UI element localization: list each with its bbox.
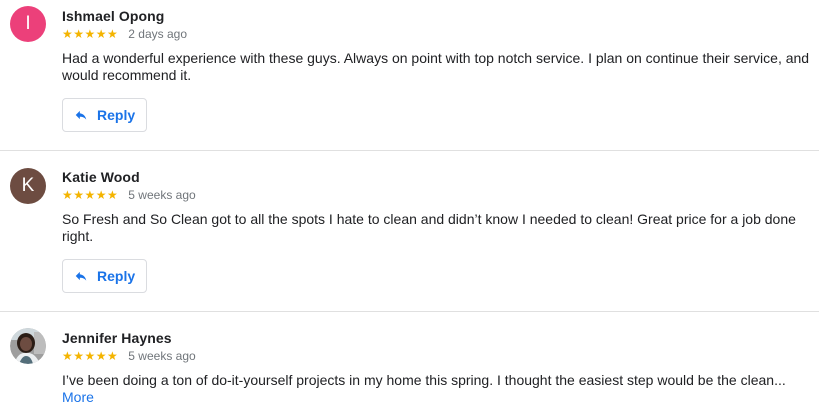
review-meta: ★★★★★ 5 weeks ago bbox=[62, 187, 196, 203]
star-rating: ★★★★★ bbox=[62, 27, 119, 41]
more-link[interactable]: More bbox=[62, 389, 94, 405]
review-time: 5 weeks ago bbox=[128, 188, 196, 202]
reviewer-name[interactable]: Ishmael Opong bbox=[62, 8, 164, 24]
review-text: Had a wonderful experience with these gu… bbox=[62, 50, 810, 83]
star-rating: ★★★★★ bbox=[62, 349, 119, 363]
reviewer-name[interactable]: Jennifer Haynes bbox=[62, 330, 172, 346]
avatar[interactable] bbox=[10, 328, 46, 364]
review-text: I’ve been doing a ton of do-it-yourself … bbox=[62, 372, 812, 406]
avatar[interactable]: K bbox=[10, 168, 46, 204]
profile-photo bbox=[10, 328, 46, 364]
review-time: 5 weeks ago bbox=[128, 349, 196, 363]
review-card: Jennifer Haynes ★★★★★ 5 weeks ago I’ve b… bbox=[0, 312, 819, 415]
review-text: So Fresh and So Clean got to all the spo… bbox=[62, 211, 796, 244]
review-card: I Ishmael Opong ★★★★★ 2 days ago Had a w… bbox=[0, 0, 819, 151]
reply-icon bbox=[75, 110, 87, 120]
reply-icon bbox=[75, 271, 87, 281]
review-text-body: I’ve been doing a ton of do-it-yourself … bbox=[62, 372, 786, 388]
reply-label: Reply bbox=[97, 268, 136, 284]
star-rating: ★★★★★ bbox=[62, 188, 119, 202]
review-meta: ★★★★★ 2 days ago bbox=[62, 26, 187, 42]
avatar[interactable]: I bbox=[10, 6, 46, 42]
review-card: K Katie Wood ★★★★★ 5 weeks ago So Fresh … bbox=[0, 151, 819, 312]
reviewer-name[interactable]: Katie Wood bbox=[62, 169, 140, 185]
review-time: 2 days ago bbox=[128, 27, 188, 41]
reply-button[interactable]: Reply bbox=[62, 98, 147, 132]
reply-button[interactable]: Reply bbox=[62, 259, 147, 293]
review-meta: ★★★★★ 5 weeks ago bbox=[62, 348, 196, 364]
reply-label: Reply bbox=[97, 107, 136, 123]
